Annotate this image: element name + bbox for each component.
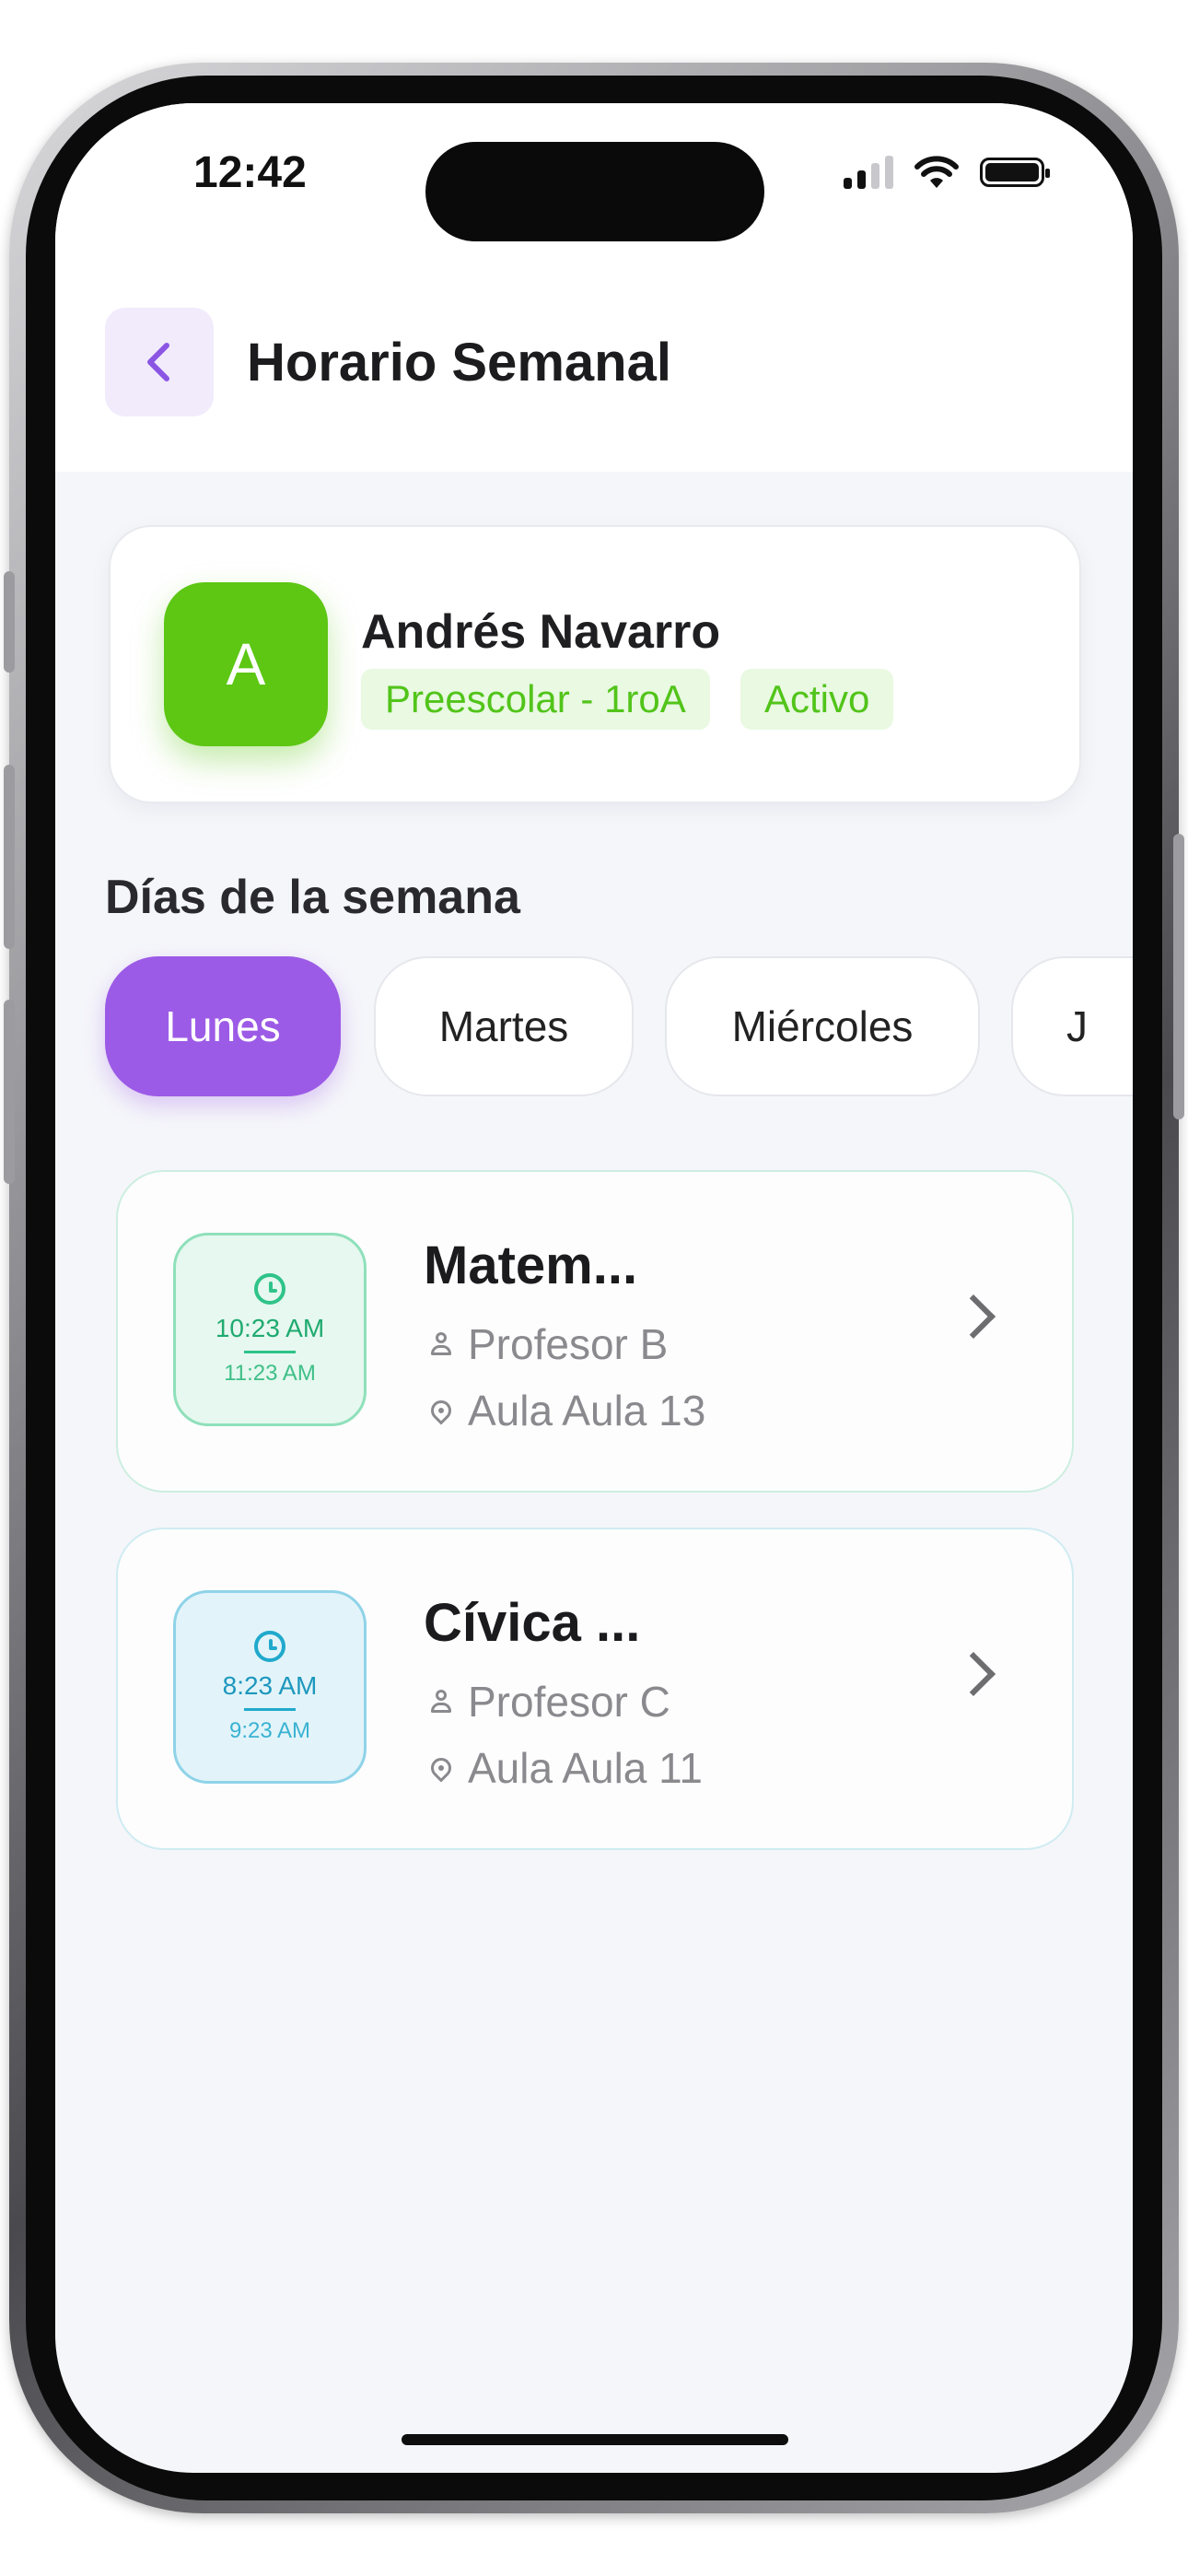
volume-down-button (4, 1000, 15, 1184)
battery-icon (980, 158, 1050, 187)
silent-switch (4, 571, 15, 673)
chevron-right-icon (950, 1294, 996, 1340)
back-button[interactable] (105, 308, 214, 416)
class-card[interactable]: 10:23 AM 11:23 AM Matem... Profesor B Au… (116, 1170, 1074, 1493)
power-button (1173, 834, 1184, 1119)
day-tab-lunes[interactable]: Lunes (105, 956, 341, 1096)
teacher-row: Profesor C (429, 1677, 670, 1727)
time-box: 10:23 AM 11:23 AM (173, 1233, 367, 1426)
room-name: Aula Aula 11 (468, 1744, 703, 1792)
day-tab-miercoles[interactable]: Miércoles (665, 956, 980, 1096)
avatar: A (164, 582, 328, 746)
status-time: 12:42 (193, 148, 307, 197)
room-name: Aula Aula 13 (468, 1387, 706, 1434)
room-row: Aula Aula 13 (426, 1386, 706, 1435)
chevron-right-icon (950, 1651, 996, 1697)
status-badge: Activo (740, 669, 894, 730)
student-card: A Andrés Navarro Preescolar - 1roA Activ… (109, 525, 1081, 803)
location-pin-icon (426, 1396, 456, 1425)
student-name: Andrés Navarro (361, 605, 721, 659)
clock-icon (254, 1630, 285, 1662)
home-indicator[interactable] (402, 2434, 788, 2445)
group-badge: Preescolar - 1roA (361, 669, 710, 730)
person-icon (429, 1332, 453, 1356)
clock-icon (254, 1272, 285, 1305)
wifi-icon (914, 156, 959, 188)
person-icon (429, 1690, 453, 1714)
end-time: 11:23 AM (224, 1360, 316, 1386)
status-icons (844, 155, 1050, 190)
cellular-signal-icon (844, 156, 893, 189)
teacher-name: Profesor C (468, 1678, 670, 1726)
volume-up-button (4, 765, 15, 949)
time-divider (244, 1707, 296, 1711)
days-section-title: Días de la semana (105, 871, 520, 924)
start-time: 8:23 AM (222, 1670, 318, 1700)
end-time: 9:23 AM (228, 1717, 311, 1743)
location-pin-icon (426, 1753, 456, 1783)
teacher-row: Profesor B (429, 1319, 668, 1369)
room-row: Aula Aula 11 (426, 1743, 703, 1793)
day-tab-martes[interactable]: Martes (374, 956, 634, 1096)
time-box: 8:23 AM 9:23 AM (173, 1590, 367, 1784)
app-screen: 12:42 Horario Semanal A Andrés Navarro P… (55, 103, 1133, 2473)
start-time: 10:23 AM (215, 1313, 325, 1342)
time-divider (244, 1350, 296, 1353)
class-title: Cívica ... (424, 1593, 641, 1653)
class-card[interactable]: 8:23 AM 9:23 AM Cívica ... Profesor C Au… (116, 1528, 1074, 1850)
teacher-name: Profesor B (468, 1320, 669, 1368)
day-tab-jueves[interactable]: J (1011, 956, 1133, 1096)
class-title: Matem... (424, 1235, 638, 1295)
page-title: Horario Semanal (247, 333, 671, 392)
chevron-left-icon (147, 343, 169, 381)
dynamic-island (425, 142, 764, 241)
